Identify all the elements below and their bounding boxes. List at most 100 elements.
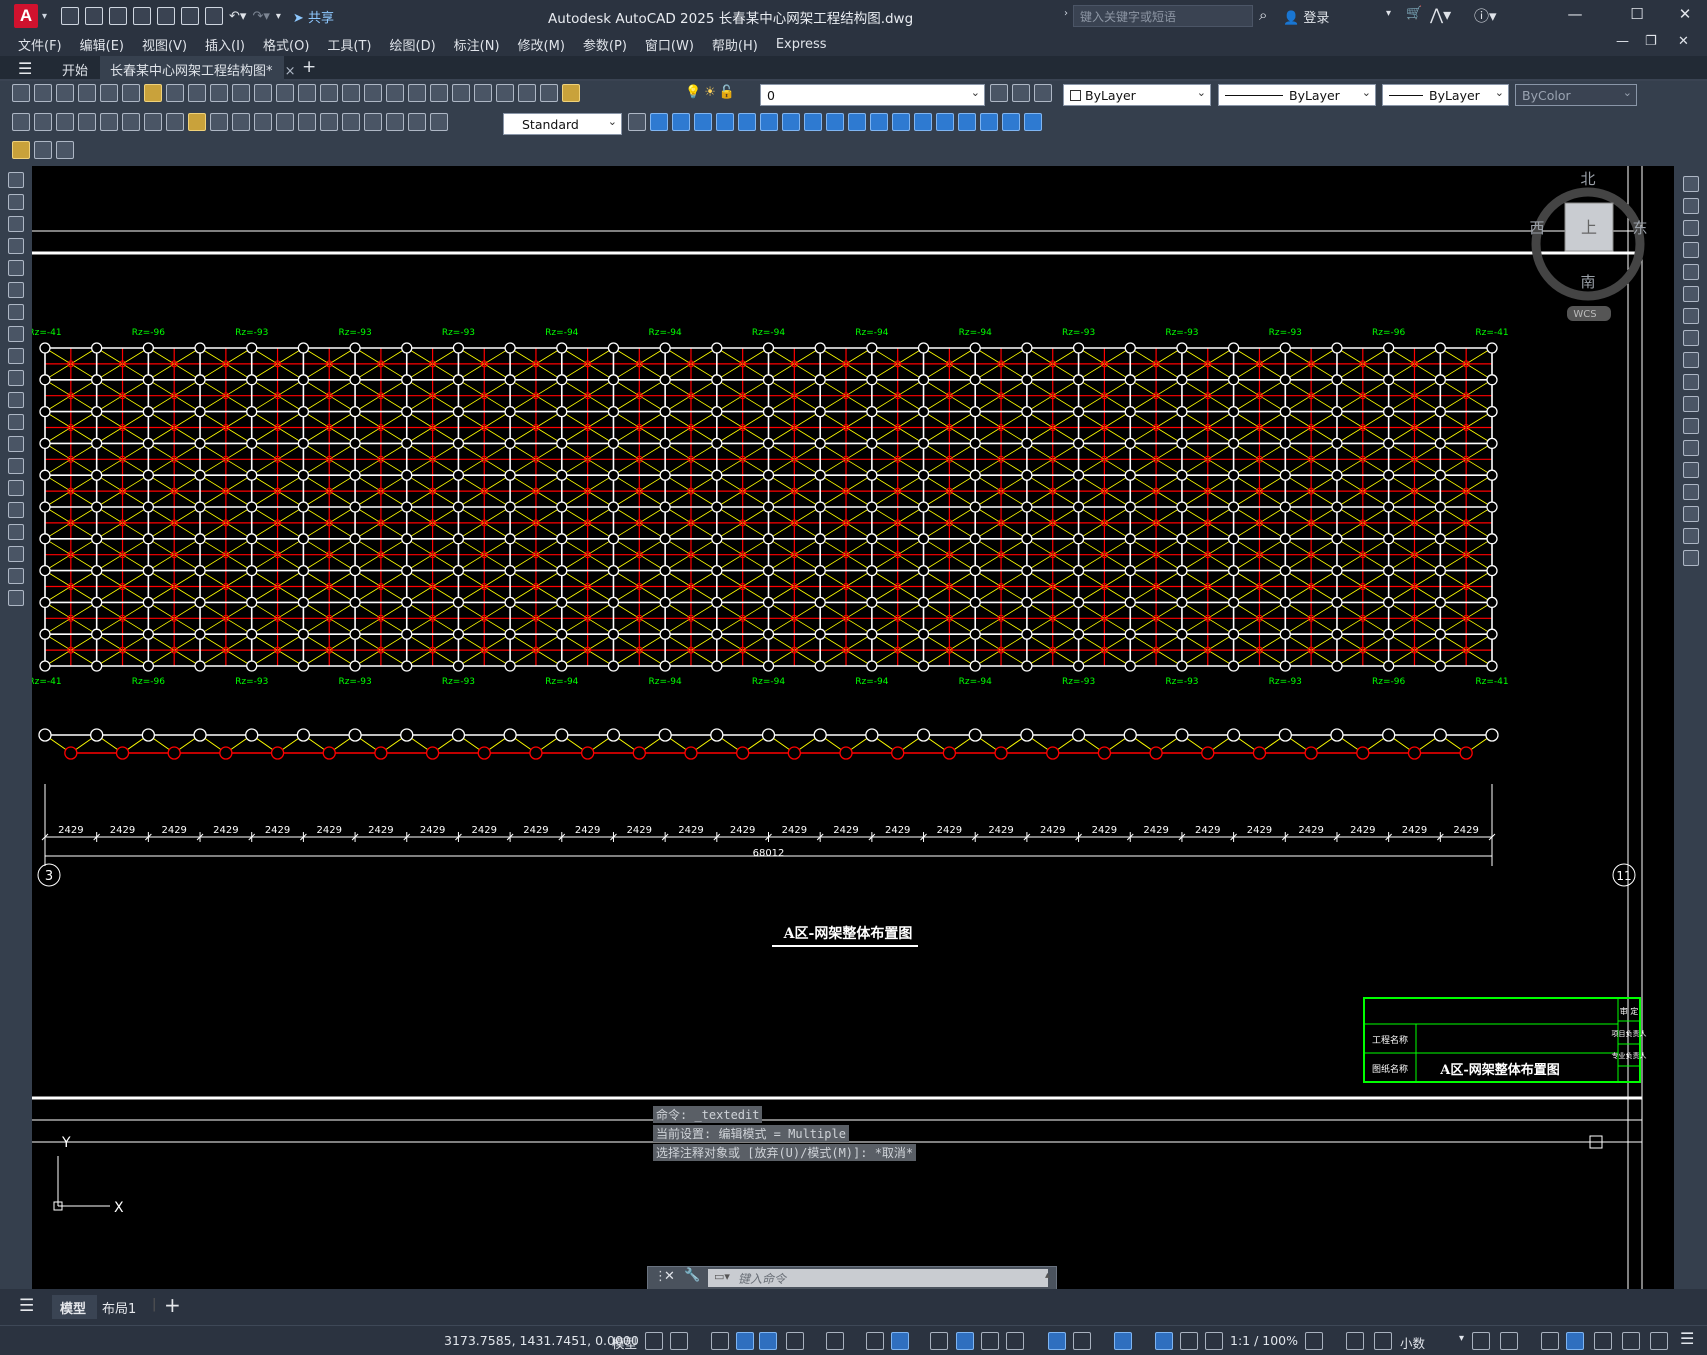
extrude-faces-icon[interactable] [716,113,734,131]
menu-format[interactable]: 格式(O) [263,35,309,54]
help-icon[interactable]: ⓘ▾ [1474,5,1497,26]
paste-icon[interactable] [210,84,228,102]
dynamic-input-icon[interactable] [736,1332,754,1350]
layer-dropdown[interactable]: 0 ⌄ [760,84,985,106]
selection-cycling-icon[interactable] [981,1332,999,1350]
tab-layout1[interactable]: 布局1 [102,1298,136,1317]
stretch-icon[interactable] [1683,352,1699,368]
aligned-dim-icon[interactable] [34,113,52,131]
design-center-icon[interactable] [430,84,448,102]
dimstyle-dropdown[interactable]: Standard ⌄ [503,113,622,135]
revision-cloud-icon[interactable] [8,326,24,342]
dim-update-icon[interactable] [430,113,448,131]
center-mark-icon[interactable] [320,113,338,131]
menu-dimension[interactable]: 标注(N) [454,35,500,54]
hamburger-menu-icon[interactable]: ☰ [18,59,32,78]
angular-dim-icon[interactable] [166,113,184,131]
menu-modify[interactable]: 修改(M) [518,35,565,54]
clean-screen-icon[interactable] [1594,1332,1612,1350]
lineweight-dropdown[interactable]: ByLayer ⌄ [1382,84,1509,106]
tab-model[interactable]: 模型 [52,1295,97,1319]
edit-attribute-icon[interactable] [12,141,30,159]
units-icon[interactable] [1374,1332,1392,1350]
intersect-icon[interactable] [694,113,712,131]
command-input[interactable]: 键入命令 [708,1269,1048,1287]
model-space-toggle[interactable]: 模型 [612,1333,637,1352]
menu-window[interactable]: 窗口(W) [645,35,694,54]
recent-commands-icon[interactable]: ▭▾ [714,1270,730,1283]
copy-object-icon[interactable] [1683,198,1699,214]
properties-palette-icon[interactable] [408,84,426,102]
menu-file[interactable]: 文件(F) [18,35,62,54]
close-command-line-icon[interactable]: ✕ [664,1269,675,1284]
break-at-point-icon[interactable] [1683,418,1699,434]
coordinates-readout[interactable]: 3173.7585, 1431.7451, 0.0000 [444,1333,639,1348]
ellipse-arc-icon[interactable] [8,392,24,408]
line-icon[interactable] [8,172,24,188]
explode-icon[interactable] [1683,550,1699,566]
quick-properties-icon[interactable] [1472,1332,1490,1350]
isometric-drafting-icon[interactable] [826,1332,844,1350]
redo-toolbar-icon[interactable] [298,84,316,102]
shell-icon[interactable] [1002,113,1020,131]
maximize-window-icon[interactable]: ☐ [1626,5,1648,27]
inspection-icon[interactable] [342,113,360,131]
color-dropdown[interactable]: ByLayer ⌄ [1063,84,1211,106]
autocad-logo-icon[interactable]: A [14,4,38,28]
dim-style-icon[interactable] [628,113,646,131]
lock-ui-icon[interactable] [1500,1332,1518,1350]
close-window-icon[interactable]: ✕ [1674,5,1696,27]
grid-toggle-icon[interactable] [645,1332,663,1350]
annotation-visibility-icon[interactable] [1155,1332,1173,1350]
menu-help[interactable]: 帮助(H) [712,35,758,54]
jogged-linear-icon[interactable] [364,113,382,131]
search-expand-icon[interactable]: › [1064,8,1068,19]
save-toolbar-icon[interactable] [56,84,74,102]
drawing-canvas[interactable]: Rz=-41 Rz=-96 Rz=-93 Rz=-93 Rz=-93 Rz=-94 Rz=-… [28,166,1674,1289]
tab-start[interactable]: 开始 [52,56,98,81]
menu-express[interactable]: Express [776,37,827,52]
trim-icon[interactable] [1683,374,1699,390]
layer-properties-icon[interactable] [562,84,580,102]
make-block-icon[interactable] [8,436,24,452]
minimize-window-icon[interactable]: — [1564,5,1586,27]
quickcalc-icon[interactable] [518,84,536,102]
menu-view[interactable]: 视图(V) [142,35,187,54]
taper-faces-icon[interactable] [826,113,844,131]
open-web-icon[interactable] [157,7,176,25]
doc-restore-icon[interactable]: ❐ [1645,34,1657,49]
continue-dim-icon[interactable] [232,113,250,131]
delete-faces-icon[interactable] [782,113,800,131]
pan-icon[interactable] [320,84,338,102]
save-as-icon[interactable] [133,7,152,25]
arc-length-icon[interactable] [56,113,74,131]
search-input[interactable]: 键入关键字或短语 [1073,5,1253,27]
block-editor-icon[interactable] [254,84,272,102]
layer-state-manager-icon[interactable] [1034,84,1052,102]
hatch-icon[interactable] [8,480,24,496]
dynamic-ucs-icon[interactable] [1048,1332,1066,1350]
zoom-window-icon[interactable] [364,84,382,102]
linetype-dropdown[interactable]: ByLayer ⌄ [1218,84,1376,106]
circle-icon[interactable] [8,304,24,320]
share-button[interactable]: ➤ 共享 [293,7,334,26]
customize-status-icon[interactable]: ☰ [1680,1329,1694,1348]
transparency-toggle-icon[interactable] [956,1332,974,1350]
offset-faces-icon[interactable] [760,113,778,131]
separate-icon[interactable] [980,113,998,131]
fullscreen-icon[interactable] [1650,1332,1668,1350]
color-edges-icon[interactable] [914,113,932,131]
menu-draw[interactable]: 绘图(D) [390,35,436,54]
infer-constraints-icon[interactable] [711,1332,729,1350]
spline-icon[interactable] [8,348,24,364]
array-icon[interactable] [1683,264,1699,280]
radius-dim-icon[interactable] [100,113,118,131]
imprint-icon[interactable] [936,113,954,131]
app-menu-chevron-icon[interactable]: ▾ [42,11,47,22]
sync-attributes-icon[interactable] [56,141,74,159]
qnew-icon[interactable] [12,84,30,102]
menu-parametric[interactable]: 参数(P) [583,35,627,54]
linear-dim-icon[interactable] [12,113,30,131]
plot-toolbar-icon[interactable] [78,84,96,102]
color-faces-icon[interactable] [870,113,888,131]
